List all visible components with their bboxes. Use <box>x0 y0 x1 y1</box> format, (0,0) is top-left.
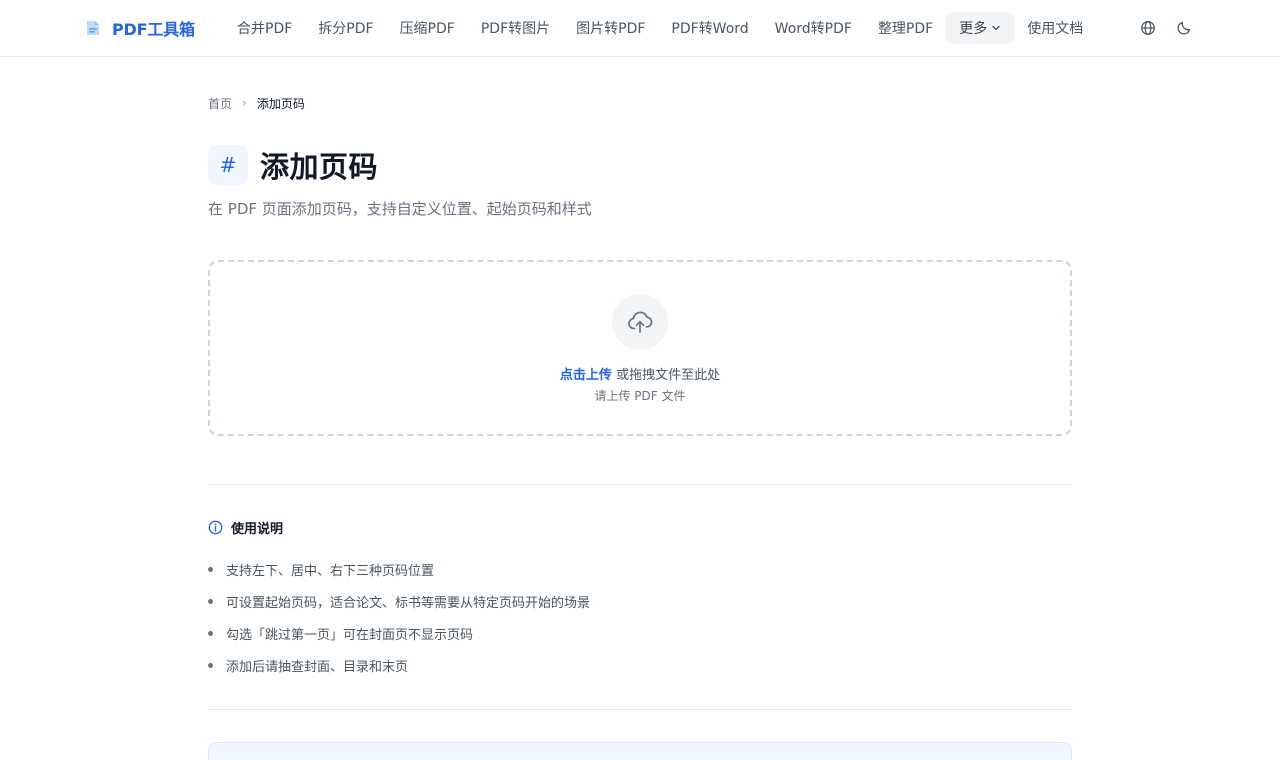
moon-icon <box>1177 21 1191 35</box>
nav-item-split-pdf[interactable]: 拆分PDF <box>305 12 386 44</box>
main-nav: 合并PDF 拆分PDF 压缩PDF PDF转图片 图片转PDF PDF转Word… <box>224 12 1096 44</box>
breadcrumb: 首页 › 添加页码 <box>208 94 305 112</box>
globe-icon <box>1141 21 1155 35</box>
usage-item-text: 支持左下、居中、右下三种页码位置 <box>226 563 435 579</box>
top-navbar: PDF工具箱 合并PDF 拆分PDF 压缩PDF PDF转图片 图片转PDF P… <box>0 0 1280 57</box>
nav-item-merge-pdf[interactable]: 合并PDF <box>224 12 305 44</box>
page-title: 添加页码 <box>260 150 379 184</box>
nav-item-pdf-to-word[interactable]: PDF转Word <box>658 12 761 44</box>
usage-list: 支持左下、居中、右下三种页码位置 可设置起始页码，适合论文、标书等需要从特定页码… <box>208 553 1072 681</box>
info-panel <box>208 742 1072 760</box>
click-upload-link[interactable]: 点击上传 <box>560 368 612 383</box>
bullet-dot <box>208 630 213 636</box>
breadcrumb-current: 添加页码 <box>256 96 305 111</box>
nav-more-label: 更多 <box>959 21 988 37</box>
section-divider <box>208 709 1072 710</box>
nav-more-dropdown[interactable]: 更多 <box>946 12 1015 44</box>
nav-item-docs[interactable]: 使用文档 <box>1014 12 1096 44</box>
upload-icon-wrap <box>612 294 668 350</box>
file-dropzone[interactable]: 点击上传 或拖拽文件至此处 请上传 PDF 文件 <box>208 260 1072 436</box>
nav-item-word-to-pdf[interactable]: Word转PDF <box>762 12 865 44</box>
usage-item-text: 可设置起始页码，适合论文、标书等需要从特定页码开始的场景 <box>226 595 591 611</box>
bullet-dot <box>208 566 213 572</box>
page-header: # 添加页码 <box>208 144 378 186</box>
dropzone-hint: 请上传 PDF 文件 <box>594 389 686 403</box>
list-item: 可设置起始页码，适合论文、标书等需要从特定页码开始的场景 <box>208 585 1072 617</box>
usage-item-text: 勾选「跳过第一页」可在封面页不显示页码 <box>226 627 474 643</box>
hash-icon: # <box>208 145 248 185</box>
list-item: 勾选「跳过第一页」可在封面页不显示页码 <box>208 617 1072 649</box>
list-item: 添加后请抽查封面、目录和末页 <box>208 649 1072 681</box>
breadcrumb-separator: › <box>242 96 247 110</box>
usage-item-text: 添加后请抽查封面、目录和末页 <box>226 659 409 675</box>
section-divider <box>208 484 1072 485</box>
chevron-down-icon <box>992 25 1000 31</box>
breadcrumb-home-link[interactable]: 首页 <box>208 95 232 112</box>
nav-item-pdf-to-image[interactable]: PDF转图片 <box>468 12 563 44</box>
usage-title: 使用说明 <box>231 522 284 537</box>
nav-item-organize-pdf[interactable]: 整理PDF <box>865 12 946 44</box>
pdf-file-icon <box>87 21 99 35</box>
language-button[interactable] <box>1136 16 1160 40</box>
theme-toggle-button[interactable] <box>1172 16 1196 40</box>
page-subtitle: 在 PDF 页面添加页码，支持自定义位置、起始页码和样式 <box>208 200 592 218</box>
nav-item-compress-pdf[interactable]: 压缩PDF <box>387 12 468 44</box>
bullet-dot <box>208 662 213 668</box>
nav-item-image-to-pdf[interactable]: 图片转PDF <box>563 12 658 44</box>
brand-name: PDF工具箱 <box>112 20 195 39</box>
usage-heading: 使用说明 <box>208 518 283 537</box>
cloud-upload-icon <box>628 311 653 333</box>
bullet-dot <box>208 598 213 604</box>
list-item: 支持左下、居中、右下三种页码位置 <box>208 553 1072 585</box>
dropzone-prompt: 点击上传 或拖拽文件至此处 <box>210 364 1070 383</box>
brand-logo-link[interactable]: PDF工具箱 <box>84 16 195 40</box>
info-icon <box>208 520 223 535</box>
dropzone-drag-text: 或拖拽文件至此处 <box>611 368 721 383</box>
